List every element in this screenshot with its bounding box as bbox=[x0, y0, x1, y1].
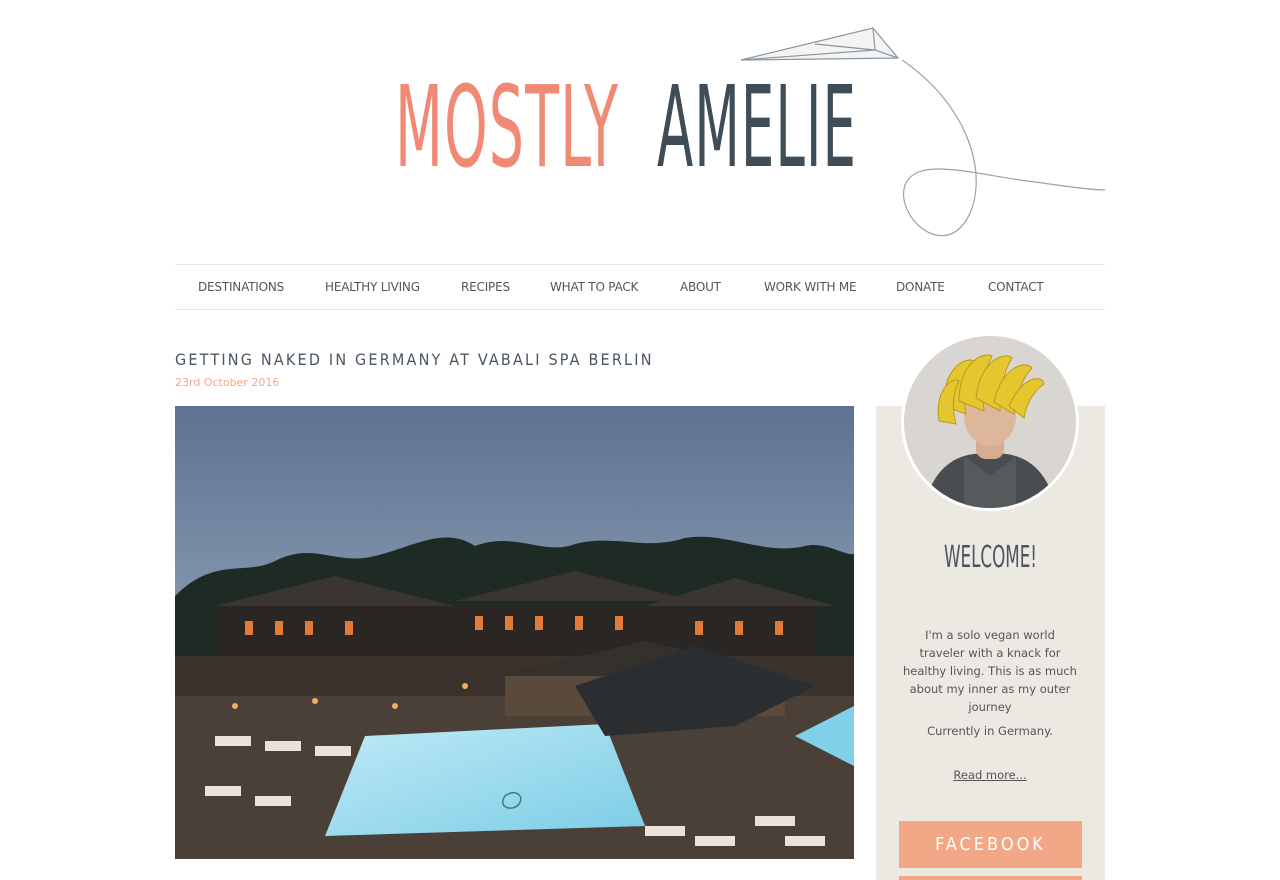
facebook-widget-heading[interactable]: FACEBOOK bbox=[899, 821, 1082, 868]
author-avatar[interactable] bbox=[901, 333, 1079, 511]
nav-item-healthy-living[interactable]: HEALTHY LIVING bbox=[325, 265, 420, 309]
spa-photo-illustration bbox=[175, 406, 854, 859]
post-date: 23rd October 2016 bbox=[175, 376, 280, 389]
facebook-widget-strip bbox=[899, 876, 1082, 880]
avatar-illustration bbox=[904, 336, 1076, 508]
sidebar-welcome-heading: WELCOME! bbox=[943, 540, 1037, 575]
post-title[interactable]: GETTING NAKED IN GERMANY AT VABALI SPA B… bbox=[175, 350, 855, 369]
nav-item-destinations[interactable]: DESTINATIONS bbox=[198, 265, 284, 309]
sidebar-intro-text: I'm a solo vegan world traveler with a k… bbox=[903, 628, 1077, 714]
post-featured-image[interactable] bbox=[175, 406, 854, 859]
nav-item-about[interactable]: ABOUT bbox=[680, 265, 721, 309]
logo-word-mostly: MOSTLY bbox=[395, 63, 619, 193]
logo-wordmark: MOSTLY AMELIE bbox=[395, 63, 857, 193]
read-more-link[interactable]: Read more... bbox=[901, 768, 1079, 782]
logo-word-amelie: AMELIE bbox=[657, 63, 857, 193]
nav-item-donate[interactable]: DONATE bbox=[896, 265, 945, 309]
site-logo[interactable]: MOSTLY AMELIE bbox=[175, 0, 1105, 262]
nav-item-work-with-me[interactable]: WORK WITH ME bbox=[764, 265, 857, 309]
sidebar-location-text: Currently in Germany. bbox=[927, 724, 1053, 738]
nav-item-what-to-pack[interactable]: WHAT TO PACK bbox=[550, 265, 638, 309]
main-navigation: DESTINATIONS HEALTHY LIVING RECIPES WHAT… bbox=[175, 264, 1105, 310]
nav-item-contact[interactable]: CONTACT bbox=[988, 265, 1044, 309]
page-wrapper: MOSTLY AMELIE DESTINATIONS HEALTHY LIVIN… bbox=[175, 0, 1105, 880]
nav-item-recipes[interactable]: RECIPES bbox=[461, 265, 510, 309]
